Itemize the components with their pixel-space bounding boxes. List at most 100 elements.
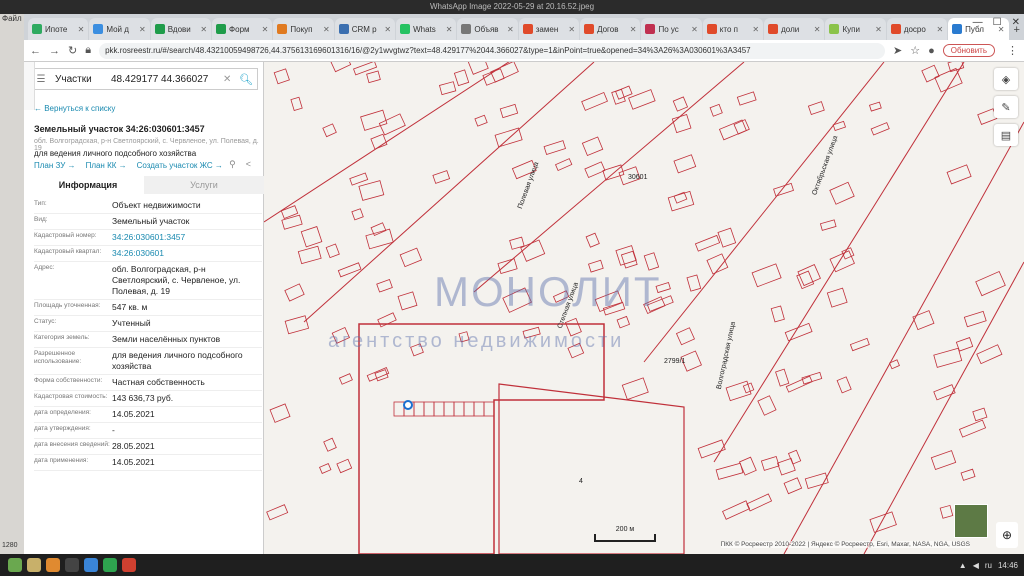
attribute-key: Площадь уточненная: [34,302,101,309]
side-strip[interactable] [24,62,35,110]
print-icon[interactable]: ▤ [994,124,1018,146]
reload-icon[interactable]: ↻ [68,44,77,57]
lock-icon[interactable]: 🔒︎ [85,44,91,57]
attribute-value[interactable]: 34:26:030601:3457 [112,232,262,243]
browser-tab[interactable]: По ус ✕ [641,18,702,40]
attribute-value[interactable]: 34:26:030601 [112,248,262,259]
map-parcel [336,458,353,474]
basemap-toggle[interactable] [954,504,988,538]
keyboard-layout[interactable]: ru [985,561,992,570]
tab-close-icon[interactable]: ✕ [630,25,637,34]
panel-tabs: Информация Услуги [32,176,264,194]
back-to-list-link[interactable]: ← Вернуться к списку [34,104,115,113]
map-parcel [323,437,337,452]
tab-close-icon[interactable]: ✕ [752,25,759,34]
selected-parcel-marker[interactable] [403,400,413,410]
terminal-icon[interactable] [65,558,79,572]
map-label-parcel: 2799/1 [664,358,686,365]
layers-icon[interactable]: ◈ [994,68,1018,90]
map-parcel [628,89,656,110]
browser-tab[interactable]: Вдови ✕ [150,18,212,40]
close-icon[interactable]: ✕ [1012,17,1020,28]
maximize-icon[interactable]: ☐ [993,17,1002,28]
browser-tab[interactable]: Форм ✕ [212,18,273,40]
volume-icon[interactable]: ◀︎ [973,561,979,570]
chrome-icon[interactable] [84,558,98,572]
search-category-select[interactable]: Участки [49,74,111,85]
browser-tab[interactable]: Догов ✕ [580,18,641,40]
browser-tab[interactable]: кто п ✕ [702,18,764,40]
clock[interactable]: 14:46 [998,561,1018,570]
parcel-links: План ЗУ → План КК → Создать участок ЖС → [34,161,223,170]
share-icon[interactable]: ➤ [893,44,902,57]
spreadsheet-icon[interactable] [103,558,117,572]
url-input[interactable]: pkk.rosreestr.ru/#/search/48.43210059498… [99,42,886,59]
plan-zu-link[interactable]: План ЗУ → [34,161,76,170]
map-canvas[interactable]: МОНОЛИТ агентство недвижимости 30601 Пол… [264,62,1024,554]
tab-close-icon[interactable]: ✕ [691,25,698,34]
image-viewer-icon[interactable] [122,558,136,572]
bookmark-star-icon[interactable]: ☆ [910,44,920,57]
map-parcel [796,270,815,290]
network-icon[interactable]: ▲ [959,561,967,570]
map-parcel [399,247,423,268]
browser-tab[interactable]: Whats ✕ [396,18,457,40]
tab-close-icon[interactable]: ✕ [507,25,514,34]
browser-tab[interactable]: замен ✕ [518,18,580,40]
browser-tab[interactable]: доли ✕ [764,18,825,40]
search-icon[interactable]: 🔍︎ [235,69,257,89]
app-icon[interactable] [46,558,60,572]
map-attribution: ПКК © Росреестр 2010-2022 | Яндекс © Рос… [720,541,970,548]
tab-close-icon[interactable]: ✕ [262,25,269,34]
browser-tab[interactable]: Покуп ✕ [273,18,334,40]
tab-close-icon[interactable]: ✕ [936,25,943,34]
plan-kk-link[interactable]: План КК → [86,161,127,170]
tab-close-icon[interactable]: ✕ [78,25,85,34]
tab-info[interactable]: Информация [32,176,144,194]
tab-close-icon[interactable]: ✕ [200,25,207,34]
ruler-icon[interactable]: ✎ [994,96,1018,118]
map-parcel [783,477,803,495]
update-button[interactable]: Обновить [942,44,995,57]
attribute-key: Адрес: [34,264,55,271]
browser-tab[interactable]: Купи ✕ [825,18,886,40]
browser-tab[interactable]: досро ✕ [886,18,948,40]
minimize-icon[interactable]: — [973,17,983,28]
back-icon[interactable]: ← [30,45,41,57]
tab-close-icon[interactable]: ✕ [323,25,330,34]
forward-icon[interactable]: → [49,45,60,57]
clear-icon[interactable]: ✕ [223,74,235,85]
profile-icon[interactable]: ● [928,45,935,57]
create-parcel-link[interactable]: Создать участок ЖС → [137,161,223,170]
tab-title: Вдови [167,24,191,34]
start-menu-icon[interactable] [8,558,22,572]
tab-close-icon[interactable]: ✕ [384,25,391,34]
map-parcel [785,375,813,393]
tab-close-icon[interactable]: ✕ [814,25,821,34]
tab-close-icon[interactable]: ✕ [446,25,453,34]
tab-close-icon[interactable]: ✕ [139,25,146,34]
browser-tab[interactable]: CRM р ✕ [334,18,396,40]
search-icon[interactable]: ⚲ [229,159,236,170]
info-panel: ☰ Участки 48.429177 44.366027 ✕ 🔍︎ ← Вер… [24,62,264,554]
attribute-row: Тип: Объект недвижимости [34,198,262,214]
tab-favicon-icon [461,24,472,34]
zoom-control[interactable]: ⊕ [996,522,1018,548]
browser-tab[interactable]: Мой д ✕ [89,18,150,40]
tab-close-icon[interactable]: ✕ [568,25,575,34]
tab-services[interactable]: Услуги [144,176,264,194]
map-parcel [581,136,604,157]
file-menu[interactable]: Файл [2,14,22,23]
search-input[interactable]: 48.429177 44.366027 [111,74,223,85]
browser-tab[interactable]: Объяв ✕ [457,18,518,40]
menu-icon[interactable]: ☰ [33,74,49,85]
map-parcel [694,234,721,252]
menu-icon[interactable]: ⋮ [1007,44,1018,57]
attribute-key: Кадастровый квартал: [34,248,102,255]
attribute-key: Вид: [34,216,48,223]
share-icon[interactable]: < [246,159,251,170]
map-parcel [829,250,855,273]
tab-close-icon[interactable]: ✕ [875,25,882,34]
file-manager-icon[interactable] [27,558,41,572]
browser-tab[interactable]: Ипоте ✕ [28,18,89,40]
